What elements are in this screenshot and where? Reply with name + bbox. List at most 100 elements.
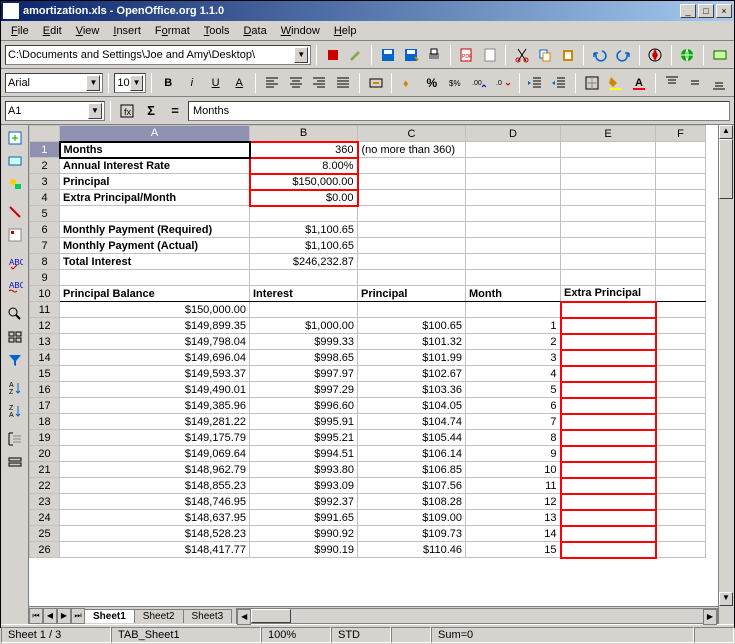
align-center-button[interactable] <box>285 72 307 94</box>
underline-button[interactable]: U <box>205 72 227 94</box>
cell-E2[interactable] <box>561 158 656 174</box>
cell-C22[interactable]: $107.56 <box>358 478 466 494</box>
fontsize-combo[interactable]: 10 ▼ <box>114 73 146 93</box>
cell-C25[interactable]: $109.73 <box>358 526 466 542</box>
align-right-button[interactable] <box>308 72 330 94</box>
save-icon[interactable] <box>377 44 398 66</box>
paste-icon[interactable] <box>557 44 578 66</box>
export-pdf-icon[interactable]: PDF <box>456 44 477 66</box>
menu-help[interactable]: Help <box>328 23 363 39</box>
cell-D25[interactable]: 14 <box>466 526 561 542</box>
cell-A16[interactable]: $149,490.01 <box>60 382 250 398</box>
cell-A25[interactable]: $148,528.23 <box>60 526 250 542</box>
cell-A4[interactable]: Extra Principal/Month <box>60 190 250 206</box>
align-top-button[interactable] <box>661 72 683 94</box>
cell-B5[interactable] <box>250 206 358 222</box>
cell-C11[interactable] <box>358 302 466 318</box>
cell-A14[interactable]: $149,696.04 <box>60 350 250 366</box>
cell-E12[interactable] <box>561 318 656 334</box>
cell-F3[interactable] <box>656 174 706 190</box>
cell-A10[interactable]: Principal Balance <box>60 286 250 302</box>
group-icon[interactable] <box>4 428 26 450</box>
increase-indent-button[interactable] <box>548 72 570 94</box>
cell-C20[interactable]: $106.14 <box>358 446 466 462</box>
cell-E11[interactable] <box>561 302 656 318</box>
vscroll-thumb[interactable] <box>719 139 733 199</box>
cell-C17[interactable]: $104.05 <box>358 398 466 414</box>
cell-D23[interactable]: 12 <box>466 494 561 510</box>
cell-A18[interactable]: $149,281.22 <box>60 414 250 430</box>
cell-A19[interactable]: $149,175.79 <box>60 430 250 446</box>
tab-next-icon[interactable]: ▶ <box>57 608 71 624</box>
row-header-8[interactable]: 8 <box>30 254 60 270</box>
status-mode[interactable]: STD <box>331 627 391 643</box>
autoformat-icon[interactable] <box>4 201 26 223</box>
cell-A13[interactable]: $149,798.04 <box>60 334 250 350</box>
cell-E6[interactable] <box>561 222 656 238</box>
col-header-C[interactable]: C <box>358 126 466 142</box>
path-combo[interactable]: C:\Documents and Settings\Joe and Amy\De… <box>5 45 311 65</box>
cell-E13[interactable] <box>561 334 656 350</box>
cell-B23[interactable]: $992.37 <box>250 494 358 510</box>
cell-B9[interactable] <box>250 270 358 286</box>
cell-D9[interactable] <box>466 270 561 286</box>
cell-D12[interactable]: 1 <box>466 318 561 334</box>
cell-D17[interactable]: 6 <box>466 398 561 414</box>
cell-C19[interactable]: $105.44 <box>358 430 466 446</box>
cell-C8[interactable] <box>358 254 466 270</box>
cell-F9[interactable] <box>656 270 706 286</box>
print-icon[interactable] <box>424 44 445 66</box>
row-header-11[interactable]: 11 <box>30 302 60 318</box>
cell-B20[interactable]: $994.51 <box>250 446 358 462</box>
cell-E10[interactable]: Extra Principal <box>561 286 656 302</box>
cell-D1[interactable] <box>466 142 561 158</box>
row-header-21[interactable]: 21 <box>30 462 60 478</box>
datasources-icon[interactable] <box>4 326 26 348</box>
show-draw-icon[interactable] <box>4 173 26 195</box>
cell-C16[interactable]: $103.36 <box>358 382 466 398</box>
font-combo[interactable]: Arial ▼ <box>5 73 103 93</box>
cell-B12[interactable]: $1,000.00 <box>250 318 358 334</box>
col-header-E[interactable]: E <box>561 126 656 142</box>
sort-asc-icon[interactable]: AZ <box>4 377 26 399</box>
cell-F7[interactable] <box>656 238 706 254</box>
cell-D26[interactable]: 15 <box>466 542 561 558</box>
cell-F20[interactable] <box>656 446 706 462</box>
menu-file[interactable]: File <box>5 23 35 39</box>
cell-A12[interactable]: $149,899.35 <box>60 318 250 334</box>
status-zoom[interactable]: 100% <box>261 627 331 643</box>
cell-A1[interactable]: Months <box>60 142 250 158</box>
bold-button[interactable]: B <box>157 72 179 94</box>
cell-E19[interactable] <box>561 430 656 446</box>
tab-sheet3[interactable]: Sheet3 <box>183 609 233 623</box>
formula-input[interactable]: Months <box>188 101 730 121</box>
cell-E9[interactable] <box>561 270 656 286</box>
status-sum[interactable]: Sum=0 <box>431 627 694 643</box>
col-header-B[interactable]: B <box>250 126 358 142</box>
cell-D3[interactable] <box>466 174 561 190</box>
cell-B14[interactable]: $998.65 <box>250 350 358 366</box>
cell-B15[interactable]: $997.97 <box>250 366 358 382</box>
menu-insert[interactable]: Insert <box>107 23 147 39</box>
cell-F19[interactable] <box>656 430 706 446</box>
menu-data[interactable]: Data <box>237 23 272 39</box>
cell-C9[interactable] <box>358 270 466 286</box>
cut-icon[interactable] <box>511 44 532 66</box>
cell-C15[interactable]: $102.67 <box>358 366 466 382</box>
cell-D19[interactable]: 8 <box>466 430 561 446</box>
row-header-24[interactable]: 24 <box>30 510 60 526</box>
cell-E24[interactable] <box>561 510 656 526</box>
find-icon[interactable] <box>4 303 26 325</box>
cell-A9[interactable] <box>60 270 250 286</box>
tab-prev-icon[interactable]: ◀ <box>43 608 57 624</box>
cell-C26[interactable]: $110.46 <box>358 542 466 558</box>
row-header-4[interactable]: 4 <box>30 190 60 206</box>
cell-F25[interactable] <box>656 526 706 542</box>
cell-E8[interactable] <box>561 254 656 270</box>
scroll-left-icon[interactable]: ◀ <box>237 609 251 625</box>
cell-F17[interactable] <box>656 398 706 414</box>
cell-F10[interactable] <box>656 286 706 302</box>
scroll-up-icon[interactable]: ▲ <box>719 125 733 139</box>
standard-format-button[interactable]: $% <box>445 72 467 94</box>
row-header-12[interactable]: 12 <box>30 318 60 334</box>
